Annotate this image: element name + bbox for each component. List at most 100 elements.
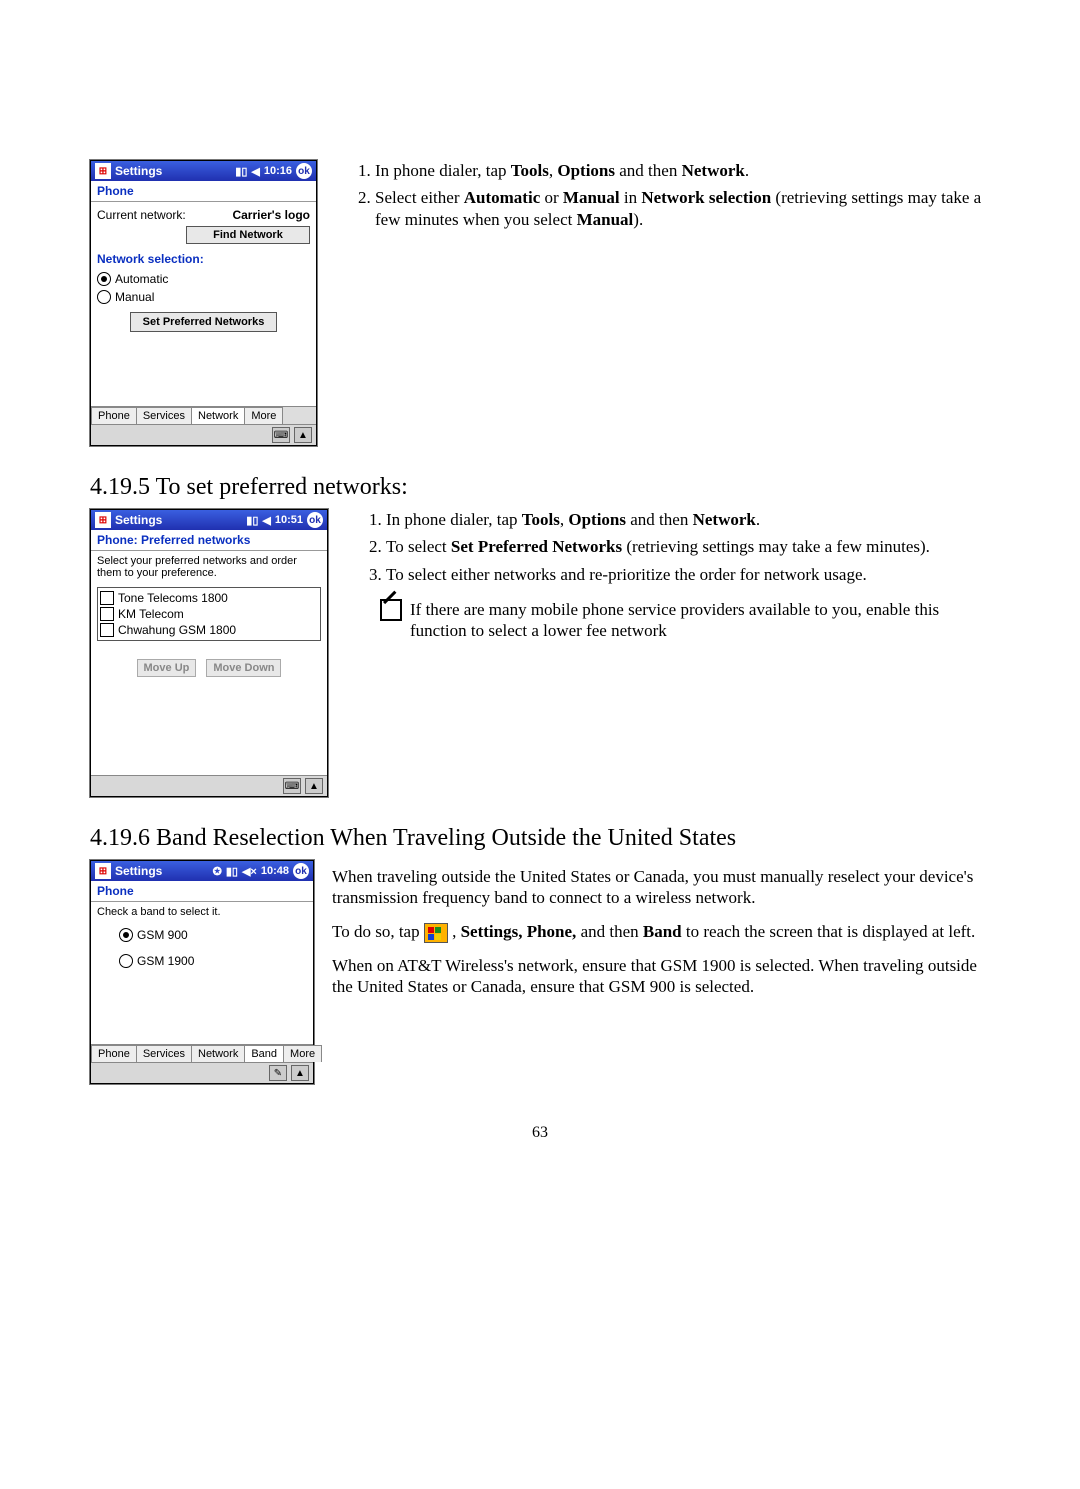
input-panel-bar: ⌨ ▲	[91, 775, 327, 796]
instruction-1: In phone dialer, tap Tools, Options and …	[386, 509, 990, 530]
instruction-2: Select either Automatic or Manual in Net…	[375, 187, 990, 230]
set-preferred-networks-button[interactable]: Set Preferred Networks	[130, 312, 278, 332]
title-text: Settings	[115, 513, 162, 527]
checkbox-icon[interactable]	[100, 607, 114, 621]
tab-services[interactable]: Services	[136, 407, 192, 424]
instructions-preferred-networks: In phone dialer, tap Tools, Options and …	[346, 509, 990, 641]
checkbox-icon[interactable]	[100, 591, 114, 605]
instructions-network-selection: In phone dialer, tap Tools, Options and …	[335, 160, 990, 236]
list-item-label: Tone Telecoms 1800	[118, 591, 228, 605]
row-band-reselection: ⊞ Settings ✪ ▮▯ ◀× 10:48 ok Phone Check …	[90, 860, 990, 1084]
paragraph-3: When on AT&T Wireless's network, ensure …	[332, 955, 990, 998]
current-network-value: Carrier's logo	[232, 208, 310, 222]
preferred-instructions: Select your preferred networks and order…	[91, 551, 327, 583]
current-network-section: Current network: Carrier's logo Find Net…	[91, 202, 316, 248]
signal-icon: ▮▯	[235, 165, 247, 178]
titlebar: ⊞ Settings ▮▯ ◀ 10:16 ok	[91, 161, 316, 181]
tab-phone[interactable]: Phone	[91, 1045, 137, 1062]
tab-services[interactable]: Services	[136, 1045, 192, 1062]
input-panel-bar: ✎ ▲	[91, 1062, 313, 1083]
screenshot-band-select: ⊞ Settings ✪ ▮▯ ◀× 10:48 ok Phone Check …	[90, 860, 314, 1084]
paragraph-1: When traveling outside the United States…	[332, 866, 990, 909]
balloon-icon: ✪	[213, 865, 222, 878]
input-panel-bar: ⌨ ▲	[91, 424, 316, 445]
tab-phone[interactable]: Phone	[91, 407, 137, 424]
radio-dot-selected-icon	[119, 928, 133, 942]
tab-network[interactable]: Network	[191, 407, 245, 424]
pen-icon[interactable]: ✎	[269, 1065, 287, 1081]
sip-up-icon[interactable]: ▲	[291, 1065, 309, 1081]
title-text: Settings	[115, 864, 162, 878]
radio-manual-label: Manual	[115, 290, 154, 304]
radio-automatic-label: Automatic	[115, 272, 168, 286]
subtitle-phone: Phone	[91, 881, 313, 902]
list-item[interactable]: KM Telecom	[100, 606, 318, 622]
titlebar: ⊞ Settings ▮▯ ◀ 10:51 ok	[91, 510, 327, 530]
instruction-1: In phone dialer, tap Tools, Options and …	[375, 160, 990, 181]
row-network-selection: ⊞ Settings ▮▯ ◀ 10:16 ok Phone Current n…	[90, 160, 990, 446]
titlebar: ⊞ Settings ✪ ▮▯ ◀× 10:48 ok	[91, 861, 313, 881]
ok-button[interactable]: ok	[296, 163, 312, 179]
tabs-bar: Phone Services Network Band More	[91, 1044, 313, 1062]
list-item[interactable]: Tone Telecoms 1800	[100, 590, 318, 606]
radio-automatic[interactable]: Automatic	[97, 270, 310, 288]
radio-gsm1900-label: GSM 1900	[137, 954, 194, 968]
subtitle-phone: Phone	[91, 181, 316, 202]
note-text: If there are many mobile phone service p…	[410, 599, 990, 642]
start-flag-icon: ⊞	[95, 863, 111, 879]
note-low-fee: If there are many mobile phone service p…	[380, 599, 990, 642]
start-flag-icon: ⊞	[95, 512, 111, 528]
network-listbox[interactable]: Tone Telecoms 1800 KM Telecom Chwahung G…	[97, 587, 321, 641]
speaker-icon: ◀	[251, 165, 259, 178]
clock-text: 10:16	[264, 165, 292, 177]
note-icon	[380, 599, 402, 621]
ok-button[interactable]: ok	[307, 512, 323, 528]
radio-manual[interactable]: Manual	[97, 288, 310, 306]
prose-band-reselection: When traveling outside the United States…	[332, 860, 990, 1009]
tabs-bar: Phone Services Network More	[91, 406, 316, 424]
row-preferred-networks: ⊞ Settings ▮▯ ◀ 10:51 ok Phone: Preferre…	[90, 509, 990, 797]
status-icons: ▮▯ ◀ 10:51	[246, 514, 303, 527]
list-item-label: Chwahung GSM 1800	[118, 623, 236, 637]
heading-4-19-6: 4.19.6 Band Reselection When Traveling O…	[90, 825, 990, 852]
paragraph-2: To do so, tap , Settings, Phone, and the…	[332, 921, 990, 943]
band-instruction: Check a band to select it.	[91, 902, 313, 922]
list-item-label: KM Telecom	[118, 607, 184, 621]
move-down-button[interactable]: Move Down	[206, 659, 281, 677]
radio-gsm900-label: GSM 900	[137, 928, 188, 942]
move-up-button[interactable]: Move Up	[137, 659, 197, 677]
status-icons: ✪ ▮▯ ◀× 10:48	[213, 865, 289, 878]
screenshot-phone-network: ⊞ Settings ▮▯ ◀ 10:16 ok Phone Current n…	[90, 160, 317, 446]
keyboard-icon[interactable]: ⌨	[283, 778, 301, 794]
speaker-mute-icon: ◀×	[242, 865, 257, 878]
tab-band[interactable]: Band	[244, 1045, 284, 1062]
radio-gsm-900[interactable]: GSM 900	[119, 926, 307, 944]
tab-network[interactable]: Network	[191, 1045, 245, 1062]
tab-more[interactable]: More	[283, 1045, 322, 1062]
find-network-button[interactable]: Find Network	[186, 226, 310, 244]
current-network-label: Current network:	[97, 208, 186, 222]
sip-up-icon[interactable]: ▲	[305, 778, 323, 794]
network-selection-label: Network selection:	[91, 248, 316, 266]
status-icons: ▮▯ ◀ 10:16	[235, 165, 292, 178]
radio-gsm-1900[interactable]: GSM 1900	[119, 952, 307, 970]
instruction-2: To select Set Preferred Networks (retrie…	[386, 536, 990, 557]
list-item[interactable]: Chwahung GSM 1800	[100, 622, 318, 638]
instruction-3: To select either networks and re-priorit…	[386, 564, 990, 585]
radio-dot-icon	[119, 954, 133, 968]
start-flag-icon: ⊞	[95, 163, 111, 179]
heading-4-19-5: 4.19.5 To set preferred networks:	[90, 474, 990, 501]
ok-button[interactable]: ok	[293, 863, 309, 879]
signal-icon: ▮▯	[246, 514, 258, 527]
document-page: ⊞ Settings ▮▯ ◀ 10:16 ok Phone Current n…	[0, 0, 1080, 1182]
title-text: Settings	[115, 164, 162, 178]
start-flag-icon	[424, 923, 448, 943]
keyboard-icon[interactable]: ⌨	[272, 427, 290, 443]
tab-more[interactable]: More	[244, 407, 283, 424]
speaker-icon: ◀	[262, 514, 270, 527]
checkbox-icon[interactable]	[100, 623, 114, 637]
sip-up-icon[interactable]: ▲	[294, 427, 312, 443]
radio-dot-icon	[97, 290, 111, 304]
screenshot-preferred-networks: ⊞ Settings ▮▯ ◀ 10:51 ok Phone: Preferre…	[90, 509, 328, 797]
page-number: 63	[90, 1124, 990, 1142]
